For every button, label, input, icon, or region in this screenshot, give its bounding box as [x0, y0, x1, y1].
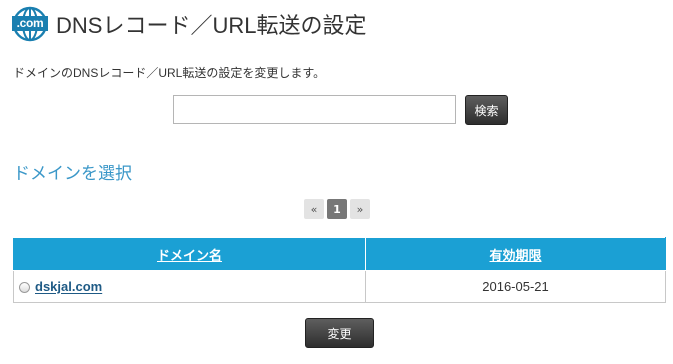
current-page[interactable]: 1	[327, 199, 347, 219]
pagination: « 1 »	[304, 199, 370, 219]
domain-radio[interactable]	[19, 281, 30, 293]
prev-page-button[interactable]: «	[304, 199, 324, 219]
table-row: dskjal.com 2016-05-21	[13, 270, 666, 303]
page-header: .com DNSレコード／URL転送の設定	[12, 6, 366, 42]
page-description: ドメインのDNSレコード／URL転送の設定を変更します。	[13, 66, 326, 80]
domain-link[interactable]: dskjal.com	[35, 280, 102, 295]
domain-cell: dskjal.com	[13, 270, 366, 303]
next-page-button[interactable]: »	[350, 199, 370, 219]
expiry-cell: 2016-05-21	[365, 270, 666, 303]
domain-table: ドメイン名 有効期限 dskjal.com 2016-05-21	[13, 237, 666, 303]
com-label: .com	[12, 16, 48, 31]
page-title: DNSレコード／URL転送の設定	[56, 13, 367, 38]
globe-com-icon: .com	[12, 6, 48, 42]
search-button[interactable]: 検索	[465, 95, 508, 125]
column-header-domain[interactable]: ドメイン名	[13, 237, 366, 271]
section-title: ドメインを選択	[13, 164, 132, 183]
column-header-expiry[interactable]: 有効期限	[365, 237, 666, 271]
submit-button[interactable]: 変更	[305, 318, 374, 348]
search-input[interactable]	[173, 95, 456, 124]
